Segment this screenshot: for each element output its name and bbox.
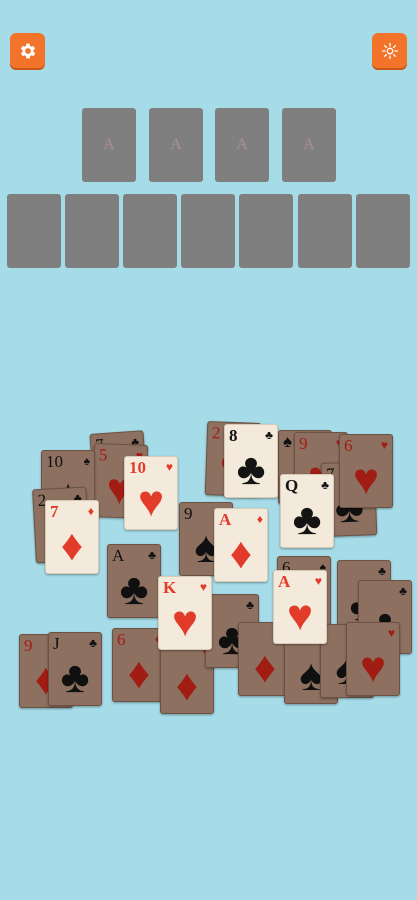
foundation-label: A bbox=[103, 136, 115, 153]
card-suit-small-icon: ♦ bbox=[256, 512, 263, 526]
card-suit-small-icon: ♥ bbox=[380, 438, 388, 452]
face-up-card[interactable]: K ♥ ♥ bbox=[158, 576, 212, 650]
foundation-pile-3[interactable]: A bbox=[215, 108, 269, 182]
face-down-card[interactable]: J ♣ ♣ bbox=[48, 632, 102, 706]
tableau-slot-5[interactable] bbox=[239, 194, 293, 268]
card-suit-icon: ♦ bbox=[175, 661, 199, 710]
card-rank: 6 bbox=[117, 630, 126, 649]
card-rank: 8 bbox=[229, 426, 238, 445]
tableau-slot-2[interactable] bbox=[65, 194, 119, 268]
card-suit-icon: ♦ bbox=[60, 521, 84, 570]
face-up-card[interactable]: 7 ♦ ♦ bbox=[45, 500, 99, 574]
card-rank: ♠ bbox=[283, 432, 293, 451]
card-rank: A bbox=[278, 572, 291, 591]
card-suit-icon: ♦ bbox=[127, 649, 151, 698]
card-suit-small-icon: ♠ bbox=[83, 454, 90, 468]
card-suit-icon: ♥ bbox=[352, 455, 380, 504]
card-rank: A bbox=[219, 510, 232, 529]
card-suit-icon: ♦ bbox=[229, 529, 253, 578]
settings-button-left[interactable] bbox=[10, 33, 45, 68]
card-suit-small-icon: ♣ bbox=[89, 636, 97, 650]
card-rank: K bbox=[163, 578, 177, 597]
card-suit-small-icon: ♥ bbox=[314, 574, 322, 588]
card-suit-small-icon: ♣ bbox=[378, 564, 386, 578]
face-up-card[interactable]: Q ♣ ♣ bbox=[280, 474, 334, 548]
face-down-card[interactable]: A ♣ ♣ bbox=[107, 544, 161, 618]
foundation-pile-1[interactable]: A bbox=[82, 108, 136, 182]
foundation-label: A bbox=[303, 136, 315, 153]
tableau-slot-4[interactable] bbox=[181, 194, 235, 268]
card-rank: 9 bbox=[299, 434, 308, 453]
card-rank: 10 bbox=[46, 452, 63, 471]
card-rank: 10 bbox=[129, 458, 146, 477]
foundation-pile-4[interactable]: A bbox=[282, 108, 336, 182]
card-suit-small-icon: ♥ bbox=[165, 460, 173, 474]
card-suit-small-icon: ♦ bbox=[87, 504, 94, 518]
card-suit-small-icon: ♣ bbox=[246, 598, 254, 612]
card-suit-small-icon: ♣ bbox=[321, 478, 329, 492]
card-suit-small-icon: ♥ bbox=[387, 626, 395, 640]
card-suit-small-icon: ♥ bbox=[199, 580, 207, 594]
card-suit-icon: ♣ bbox=[292, 495, 322, 544]
card-rank: 6 bbox=[344, 436, 353, 455]
card-rank: A bbox=[112, 546, 125, 565]
tableau-slot-6[interactable] bbox=[298, 194, 352, 268]
card-suit-small-icon: ♣ bbox=[148, 548, 156, 562]
card-suit-icon: ♥ bbox=[137, 477, 165, 526]
face-up-card[interactable]: A ♥ ♥ bbox=[273, 570, 327, 644]
card-suit-icon: ♥ bbox=[359, 643, 387, 692]
gear-icon bbox=[20, 43, 35, 58]
card-suit-icon: ♣ bbox=[236, 445, 266, 494]
face-down-card[interactable]: 6 ♥ ♥ bbox=[339, 434, 393, 508]
card-rank: 7 bbox=[50, 502, 59, 521]
card-suit-icon: ♥ bbox=[171, 597, 199, 646]
card-suit-small-icon: ♣ bbox=[265, 428, 273, 442]
card-suit-icon: ♥ bbox=[286, 591, 314, 640]
face-up-card[interactable]: 8 ♣ ♣ bbox=[224, 424, 278, 498]
card-rank: 5 bbox=[98, 445, 108, 465]
card-rank: 9 bbox=[184, 504, 193, 523]
tableau-slot-1[interactable] bbox=[7, 194, 61, 268]
card-rank: 2 bbox=[211, 423, 221, 443]
face-up-card[interactable]: A ♦ ♦ bbox=[214, 508, 268, 582]
tableau-slot-7[interactable] bbox=[356, 194, 410, 268]
card-rank: Q bbox=[285, 476, 299, 495]
card-suit-icon: ♣ bbox=[119, 565, 149, 614]
foundation-label: A bbox=[170, 136, 182, 153]
tableau-slot-3[interactable] bbox=[123, 194, 177, 268]
card-rank: 9 bbox=[24, 636, 33, 655]
card-rank: J bbox=[53, 634, 60, 653]
foundation-pile-2[interactable]: A bbox=[149, 108, 203, 182]
face-down-card[interactable]: ♥ ♥ bbox=[346, 622, 400, 696]
gear-outline-icon bbox=[381, 42, 398, 59]
card-suit-small-icon: ♣ bbox=[399, 584, 407, 598]
card-suit-icon: ♣ bbox=[60, 653, 90, 702]
face-up-card[interactable]: 10 ♥ ♥ bbox=[124, 456, 178, 530]
settings-button-right[interactable] bbox=[372, 33, 407, 68]
foundation-label: A bbox=[236, 136, 248, 153]
